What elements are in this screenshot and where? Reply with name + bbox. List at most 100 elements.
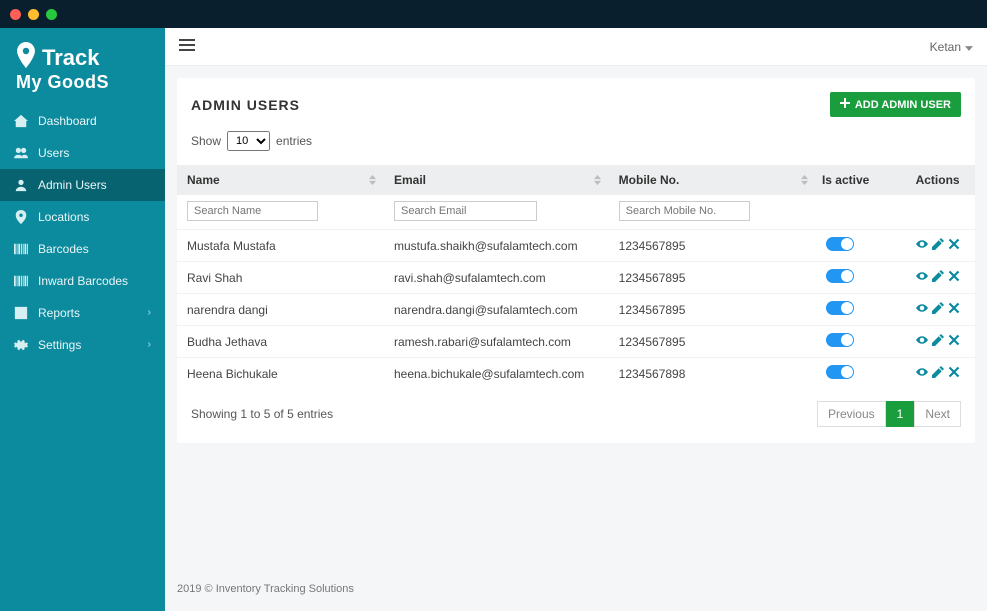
delete-action[interactable] (948, 366, 960, 381)
table-row: Mustafa Mustafamustufa.shaikh@sufalamtec… (177, 230, 975, 262)
sidebar-item-label: Barcodes (38, 242, 89, 256)
logo-line-2: My GoodS (16, 73, 149, 93)
sidebar-nav: Dashboard Users Admin Users Locations Barcod… (0, 105, 165, 361)
footer-text: 2019 © Inventory Tracking Solutions (177, 577, 975, 599)
sidebar-item-locations[interactable]: Locations (0, 201, 165, 233)
page-size-select[interactable]: 10 (227, 131, 270, 151)
filter-email-input[interactable] (394, 201, 537, 221)
cell-name: narendra dangi (177, 294, 384, 326)
cell-name: Ravi Shah (177, 262, 384, 294)
person-icon (14, 178, 28, 192)
cell-mobile: 1234567898 (609, 358, 816, 390)
cell-actions (900, 262, 975, 294)
barcode-icon (14, 242, 28, 256)
edit-action[interactable] (932, 238, 944, 253)
pager-prev-button[interactable]: Previous (817, 401, 886, 427)
window-minimize-dot[interactable] (28, 9, 39, 20)
gear-icon (14, 338, 28, 352)
table-row: narendra danginarendra.dangi@sufalamtech… (177, 294, 975, 326)
cell-email: heena.bichukale@sufalamtech.com (384, 358, 609, 390)
filter-mobile-input[interactable] (619, 201, 750, 221)
cell-email: narendra.dangi@sufalamtech.com (384, 294, 609, 326)
cell-mobile: 1234567895 (609, 294, 816, 326)
plus-icon (840, 98, 850, 111)
sidebar-item-label: Settings (38, 338, 81, 352)
sidebar-item-users[interactable]: Users (0, 137, 165, 169)
view-action[interactable] (916, 334, 928, 349)
cell-email: ramesh.rabari@sufalamtech.com (384, 326, 609, 358)
cell-mobile: 1234567895 (609, 262, 816, 294)
home-icon (14, 114, 28, 128)
delete-action[interactable] (948, 334, 960, 349)
sidebar-item-label: Admin Users (38, 178, 107, 192)
table-row: Ravi Shahravi.shah@sufalamtech.com123456… (177, 262, 975, 294)
sidebar-item-barcodes[interactable]: Barcodes (0, 233, 165, 265)
view-action[interactable] (916, 270, 928, 285)
edit-action[interactable] (932, 334, 944, 349)
sidebar-item-admin-users[interactable]: Admin Users (0, 169, 165, 201)
show-label-pre: Show (191, 134, 221, 148)
sidebar-item-settings[interactable]: Settings› (0, 329, 165, 361)
window-titlebar (0, 0, 987, 28)
add-admin-user-button[interactable]: ADD ADMIN USER (830, 92, 961, 117)
delete-action[interactable] (948, 302, 960, 317)
column-header-actions: Actions (900, 165, 975, 195)
chevron-down-icon (965, 40, 973, 54)
report-icon (14, 306, 28, 320)
cell-actions (900, 230, 975, 262)
pager-next-button[interactable]: Next (914, 401, 961, 427)
cell-email: mustufa.shaikh@sufalamtech.com (384, 230, 609, 262)
pager-page-1[interactable]: 1 (886, 401, 915, 427)
column-header-active: Is active (816, 165, 900, 195)
pin-icon (16, 42, 36, 73)
sort-icon (801, 175, 808, 186)
cell-email: ravi.shah@sufalamtech.com (384, 262, 609, 294)
column-header-mobile[interactable]: Mobile No. (609, 165, 816, 195)
sort-icon (369, 175, 376, 186)
cell-actions (900, 358, 975, 390)
barcode-icon (14, 274, 28, 288)
cell-active (816, 358, 900, 390)
delete-action[interactable] (948, 238, 960, 253)
table-row: Budha Jethavaramesh.rabari@sufalamtech.c… (177, 326, 975, 358)
cell-mobile: 1234567895 (609, 230, 816, 262)
active-toggle[interactable] (826, 237, 854, 251)
cell-name: Budha Jethava (177, 326, 384, 358)
table-length-control: Show 10 entries (177, 127, 975, 165)
window-zoom-dot[interactable] (46, 9, 57, 20)
toggle-sidebar-button[interactable] (179, 39, 195, 54)
delete-action[interactable] (948, 270, 960, 285)
table-filter-row (177, 195, 975, 230)
column-header-name[interactable]: Name (177, 165, 384, 195)
sidebar-item-label: Reports (38, 306, 80, 320)
edit-action[interactable] (932, 270, 944, 285)
cell-active (816, 230, 900, 262)
sidebar-item-inward-barcodes[interactable]: Inward Barcodes (0, 265, 165, 297)
sidebar-item-label: Inward Barcodes (38, 274, 128, 288)
sidebar-item-label: Locations (38, 210, 89, 224)
sidebar: Track My GoodS Dashboard Users Admin Users… (0, 28, 165, 611)
active-toggle[interactable] (826, 365, 854, 379)
view-action[interactable] (916, 366, 928, 381)
active-toggle[interactable] (826, 333, 854, 347)
current-user-menu[interactable]: Ketan (930, 40, 973, 54)
table-row: Heena Bichukaleheena.bichukale@sufalamte… (177, 358, 975, 390)
brand-logo: Track My GoodS (0, 28, 165, 105)
sidebar-item-dashboard[interactable]: Dashboard (0, 105, 165, 137)
sidebar-item-label: Users (38, 146, 69, 160)
cell-mobile: 1234567895 (609, 326, 816, 358)
window-close-dot[interactable] (10, 9, 21, 20)
page-title: ADMIN USERS (191, 97, 300, 113)
filter-name-input[interactable] (187, 201, 318, 221)
view-action[interactable] (916, 302, 928, 317)
sidebar-item-reports[interactable]: Reports› (0, 297, 165, 329)
edit-action[interactable] (932, 366, 944, 381)
edit-action[interactable] (932, 302, 944, 317)
sort-icon (594, 175, 601, 186)
active-toggle[interactable] (826, 269, 854, 283)
add-button-label: ADD ADMIN USER (855, 99, 951, 111)
column-header-email[interactable]: Email (384, 165, 609, 195)
table-pager: Previous 1 Next (817, 401, 961, 427)
active-toggle[interactable] (826, 301, 854, 315)
view-action[interactable] (916, 238, 928, 253)
